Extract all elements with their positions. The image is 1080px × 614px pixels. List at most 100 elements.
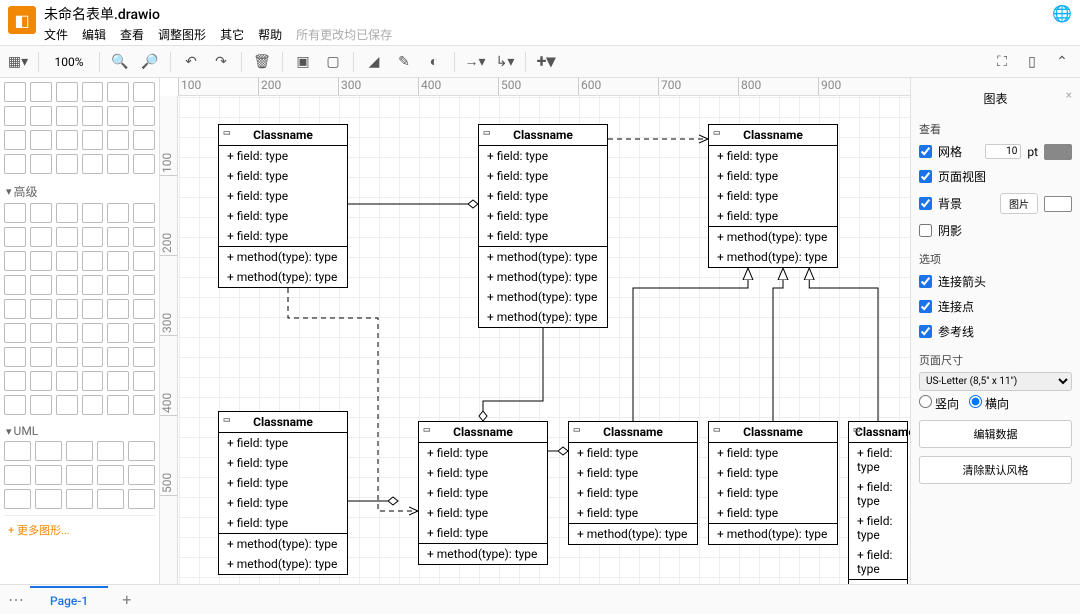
canvas[interactable]: 100200300400500600700800900 100200300400…: [160, 78, 910, 584]
uml-class[interactable]: Classname+ field: type+ field: type+ fie…: [218, 124, 348, 288]
shape-stencil[interactable]: [66, 489, 93, 509]
shape-stencil[interactable]: [82, 154, 104, 174]
shape-stencil[interactable]: [30, 371, 52, 391]
shape-stencil[interactable]: [4, 82, 26, 102]
shape-stencil[interactable]: [4, 275, 26, 295]
shape-stencil[interactable]: [4, 395, 26, 415]
uml-class[interactable]: Classname+ field: type+ field: type+ fie…: [568, 421, 698, 545]
shape-stencil[interactable]: [97, 489, 124, 509]
shape-stencil[interactable]: [128, 465, 155, 485]
shape-stencil[interactable]: [82, 323, 104, 343]
zoom-out-icon[interactable]: 🔎: [138, 50, 162, 74]
conn-points-checkbox[interactable]: [919, 300, 932, 313]
portrait-radio[interactable]: [919, 395, 932, 408]
shape-stencil[interactable]: [56, 299, 78, 319]
background-checkbox[interactable]: [919, 197, 932, 210]
shape-stencil[interactable]: [35, 489, 62, 509]
menu-adjust[interactable]: 调整图形: [158, 26, 206, 43]
shape-stencil[interactable]: [56, 82, 78, 102]
shape-stencil[interactable]: [30, 347, 52, 367]
shape-stencil[interactable]: [107, 371, 129, 391]
shape-stencil[interactable]: [4, 441, 31, 461]
insert-icon[interactable]: +▾: [534, 50, 558, 74]
shape-stencil[interactable]: [133, 106, 155, 126]
shape-stencil[interactable]: [30, 323, 52, 343]
shape-stencil[interactable]: [30, 106, 52, 126]
shape-stencil[interactable]: [82, 130, 104, 150]
shape-stencil[interactable]: [30, 251, 52, 271]
uml-class[interactable]: Classname+ field: type+ field: type+ fie…: [708, 124, 838, 268]
shape-stencil[interactable]: [133, 130, 155, 150]
more-shapes-link[interactable]: + 更多图形...: [4, 515, 155, 544]
shape-stencil[interactable]: [82, 82, 104, 102]
shape-stencil[interactable]: [107, 82, 129, 102]
shape-stencil[interactable]: [133, 347, 155, 367]
uml-class[interactable]: Classname+ field: type+ field: type+ fie…: [418, 421, 548, 565]
to-front-icon[interactable]: ▣: [291, 50, 315, 74]
shape-stencil[interactable]: [133, 82, 155, 102]
waypoint-icon[interactable]: ↳▾: [493, 50, 517, 74]
shape-stencil[interactable]: [56, 154, 78, 174]
grid-size-input[interactable]: [985, 144, 1021, 159]
page-size-select[interactable]: US-Letter (8,5" x 11"): [919, 372, 1072, 391]
shape-stencil[interactable]: [4, 203, 26, 223]
shape-stencil[interactable]: [30, 82, 52, 102]
shape-stencil[interactable]: [97, 465, 124, 485]
menu-edit[interactable]: 编辑: [82, 26, 106, 43]
shape-stencil[interactable]: [107, 323, 129, 343]
shape-stencil[interactable]: [128, 489, 155, 509]
shape-stencil[interactable]: [107, 299, 129, 319]
shadow-checkbox[interactable]: [919, 224, 932, 237]
shape-stencil[interactable]: [4, 347, 26, 367]
shape-stencil[interactable]: [30, 275, 52, 295]
shape-stencil[interactable]: [30, 227, 52, 247]
shape-stencil[interactable]: [56, 203, 78, 223]
shape-stencil[interactable]: [4, 299, 26, 319]
language-icon[interactable]: 🌐: [1052, 4, 1072, 23]
grid-color-swatch[interactable]: [1044, 144, 1072, 160]
shape-stencil[interactable]: [56, 227, 78, 247]
shape-stencil[interactable]: [66, 465, 93, 485]
shape-stencil[interactable]: [4, 227, 26, 247]
shape-stencil[interactable]: [30, 203, 52, 223]
shape-stencil[interactable]: [4, 465, 31, 485]
shape-stencil[interactable]: [133, 323, 155, 343]
shape-stencil[interactable]: [56, 130, 78, 150]
document-title[interactable]: 未命名表单.drawio: [44, 4, 1044, 24]
edit-data-btn[interactable]: 编辑数据: [919, 420, 1072, 448]
page-layout-btn[interactable]: ▦▾: [6, 50, 30, 74]
uml-class[interactable]: Classname+ field: type+ field: type+ fie…: [218, 411, 348, 575]
guides-checkbox[interactable]: [919, 325, 932, 338]
shape-stencil[interactable]: [4, 106, 26, 126]
shape-stencil[interactable]: [107, 106, 129, 126]
shape-stencil[interactable]: [107, 203, 129, 223]
uml-class[interactable]: Classname+ field: type+ field: type+ fie…: [708, 421, 838, 545]
shadow-icon[interactable]: ◐: [422, 50, 446, 74]
shape-stencil[interactable]: [107, 227, 129, 247]
shape-stencil[interactable]: [56, 323, 78, 343]
shape-stencil[interactable]: [107, 395, 129, 415]
shape-stencil[interactable]: [133, 275, 155, 295]
shape-stencil[interactable]: [82, 203, 104, 223]
shape-stencil[interactable]: [82, 299, 104, 319]
shape-stencil[interactable]: [30, 299, 52, 319]
shape-stencil[interactable]: [107, 251, 129, 271]
section-uml[interactable]: ▾ UML: [4, 421, 155, 441]
add-page-btn[interactable]: +: [114, 590, 139, 609]
shape-stencil[interactable]: [133, 227, 155, 247]
shape-stencil[interactable]: [4, 251, 26, 271]
shape-stencil[interactable]: [107, 154, 129, 174]
shape-stencil[interactable]: [133, 299, 155, 319]
fullscreen-icon[interactable]: ⛶: [990, 50, 1014, 74]
pageview-checkbox[interactable]: [919, 170, 932, 183]
shape-stencil[interactable]: [4, 371, 26, 391]
shape-stencil[interactable]: [82, 371, 104, 391]
section-advanced[interactable]: ▾ 高级: [4, 180, 155, 203]
shape-stencil[interactable]: [133, 203, 155, 223]
grid-checkbox[interactable]: [919, 145, 932, 158]
shape-stencil[interactable]: [35, 441, 62, 461]
shape-stencil[interactable]: [133, 251, 155, 271]
shape-stencil[interactable]: [4, 323, 26, 343]
undo-icon[interactable]: ↶: [179, 50, 203, 74]
shape-stencil[interactable]: [56, 106, 78, 126]
